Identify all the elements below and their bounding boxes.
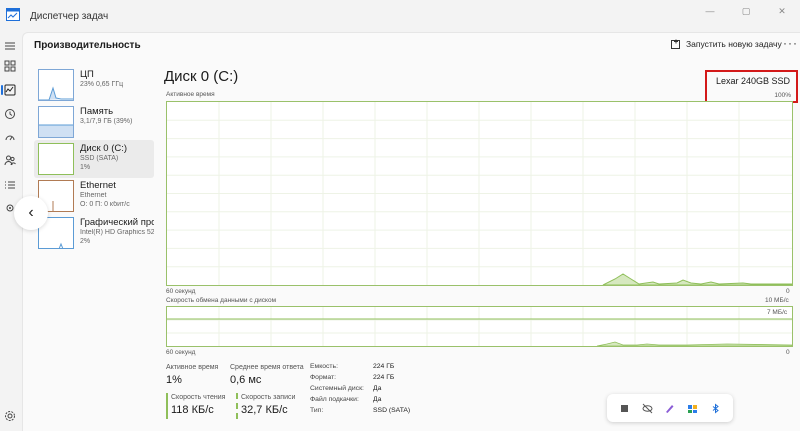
task-manager-app-icon	[6, 8, 20, 21]
close-button[interactable]: ✕	[764, 0, 800, 22]
device-name: Графический про	[80, 217, 154, 228]
property-value: 224 ГБ	[373, 374, 395, 381]
active-time-span-label: 60 секунд	[166, 288, 196, 295]
app-icon[interactable]	[687, 402, 699, 414]
device-item-ethernet[interactable]: Ethernet Ethernet О: 0 П: 0 кбит/с	[34, 177, 154, 215]
stat-avg-response-value: 0,6 мс	[230, 374, 262, 386]
stat-write-speed-value: 32,7 КБ/с	[241, 404, 288, 416]
property-key: Системный диск:	[310, 385, 364, 392]
device-detail: 23% 0,65 ГГц	[80, 81, 124, 88]
performance-icon[interactable]	[1, 84, 16, 96]
device-item-cpu[interactable]: ЦП 23% 0,65 ГГц	[34, 66, 154, 104]
property-key: Файл подкачки:	[310, 396, 359, 403]
more-options-button[interactable]: ···	[783, 36, 798, 50]
property-key: Формат:	[310, 374, 337, 381]
property-key: Тип:	[310, 407, 324, 414]
device-name: Память	[80, 106, 114, 117]
transfer-rate-graph	[166, 306, 793, 347]
disk-title: Диск 0 (C:)	[164, 68, 239, 85]
stat-avg-response-label: Среднее время ответа	[230, 364, 304, 371]
active-time-graph-label: Активное время	[166, 91, 215, 98]
transfer-mark-label: 7 МБ/с	[767, 309, 788, 316]
navigation-rail	[0, 32, 20, 431]
device-detail: SSD (SATA)	[80, 155, 119, 162]
device-item-memory[interactable]: Память 3,1/7,9 ГБ (39%)	[34, 103, 154, 141]
device-item-gpu[interactable]: Графический про Intel(R) HD Graphics 520…	[34, 214, 154, 252]
disk-model: Lexar 240GB SSD	[715, 76, 790, 86]
device-name: ЦП	[80, 69, 94, 80]
read-speed-indicator	[166, 393, 168, 419]
stat-write-speed-label: Скорость записи	[241, 394, 296, 401]
processes-icon[interactable]	[4, 60, 16, 72]
device-name: Ethernet	[80, 180, 116, 191]
minimize-button[interactable]: —	[692, 0, 728, 22]
memory-thumbnail	[38, 106, 74, 138]
stat-read-speed-label: Скорость чтения	[171, 394, 226, 401]
device-detail: 3,1/7,9 ГБ (39%)	[80, 118, 133, 125]
settings-icon[interactable]	[4, 410, 16, 422]
active-time-graph	[166, 101, 793, 286]
device-name: Диск 0 (C:)	[80, 143, 128, 154]
previous-arrow-button[interactable]: ‹	[14, 196, 48, 230]
bluetooth-icon[interactable]	[710, 402, 722, 414]
details-icon[interactable]	[4, 179, 16, 191]
stop-icon[interactable]	[618, 402, 630, 414]
disk-model-highlight: Lexar 240GB SSD 100%	[705, 70, 798, 103]
floating-toolbar	[607, 394, 733, 422]
device-detail: Intel(R) HD Graphics 520	[80, 229, 154, 236]
run-new-task-label: Запустить новую задачу	[686, 39, 782, 49]
transfer-graph-label: Скорость обмена данными с диском	[166, 297, 277, 304]
history-icon[interactable]	[4, 108, 16, 120]
hide-icon[interactable]	[641, 402, 653, 414]
device-usage: 2%	[80, 238, 91, 245]
page-header: Производительность Запустить новую задач…	[23, 33, 800, 59]
write-speed-indicator	[236, 393, 238, 419]
users-icon[interactable]	[4, 154, 16, 166]
device-usage: 1%	[80, 164, 91, 171]
stat-active-time-label: Активное время	[166, 364, 219, 371]
transfer-span-label: 60 секунд	[166, 349, 196, 356]
active-time-zero-label: 0	[786, 288, 790, 295]
window-controls: — ▢ ✕	[692, 0, 800, 22]
transfer-max-label: 10 МБ/с	[765, 297, 789, 304]
transfer-zero-label: 0	[786, 349, 790, 356]
device-item-disk[interactable]: Диск 0 (C:) SSD (SATA) 1%	[34, 140, 154, 178]
property-value: Да	[373, 396, 382, 403]
device-usage: О: 0 П: 0 кбит/с	[80, 201, 130, 208]
stat-read-speed-value: 118 КБ/с	[171, 404, 214, 416]
cpu-thumbnail	[38, 69, 74, 101]
property-value: 224 ГБ	[373, 363, 395, 370]
property-value: SSD (SATA)	[373, 407, 411, 414]
property-key: Емкость:	[310, 363, 338, 370]
active-time-max-label: 100%	[774, 92, 791, 99]
device-detail: Ethernet	[80, 192, 107, 199]
run-new-task-button[interactable]: Запустить новую задачу	[671, 39, 782, 49]
device-list: ЦП 23% 0,65 ГГц Память 3,1/7,9 ГБ (39%) …	[28, 66, 154, 296]
pen-icon[interactable]	[664, 402, 676, 414]
stat-active-time-value: 1%	[166, 374, 182, 386]
title-bar: Диспетчер задач — ▢ ✕	[0, 0, 800, 32]
run-task-icon	[671, 39, 680, 49]
maximize-button[interactable]: ▢	[728, 0, 764, 22]
disk-thumbnail	[38, 143, 74, 175]
startup-icon[interactable]	[4, 132, 16, 144]
page-title: Производительность	[34, 40, 141, 51]
window-title: Диспетчер задач	[30, 11, 109, 22]
property-value: Да	[373, 385, 382, 392]
hamburger-icon[interactable]	[4, 40, 16, 52]
